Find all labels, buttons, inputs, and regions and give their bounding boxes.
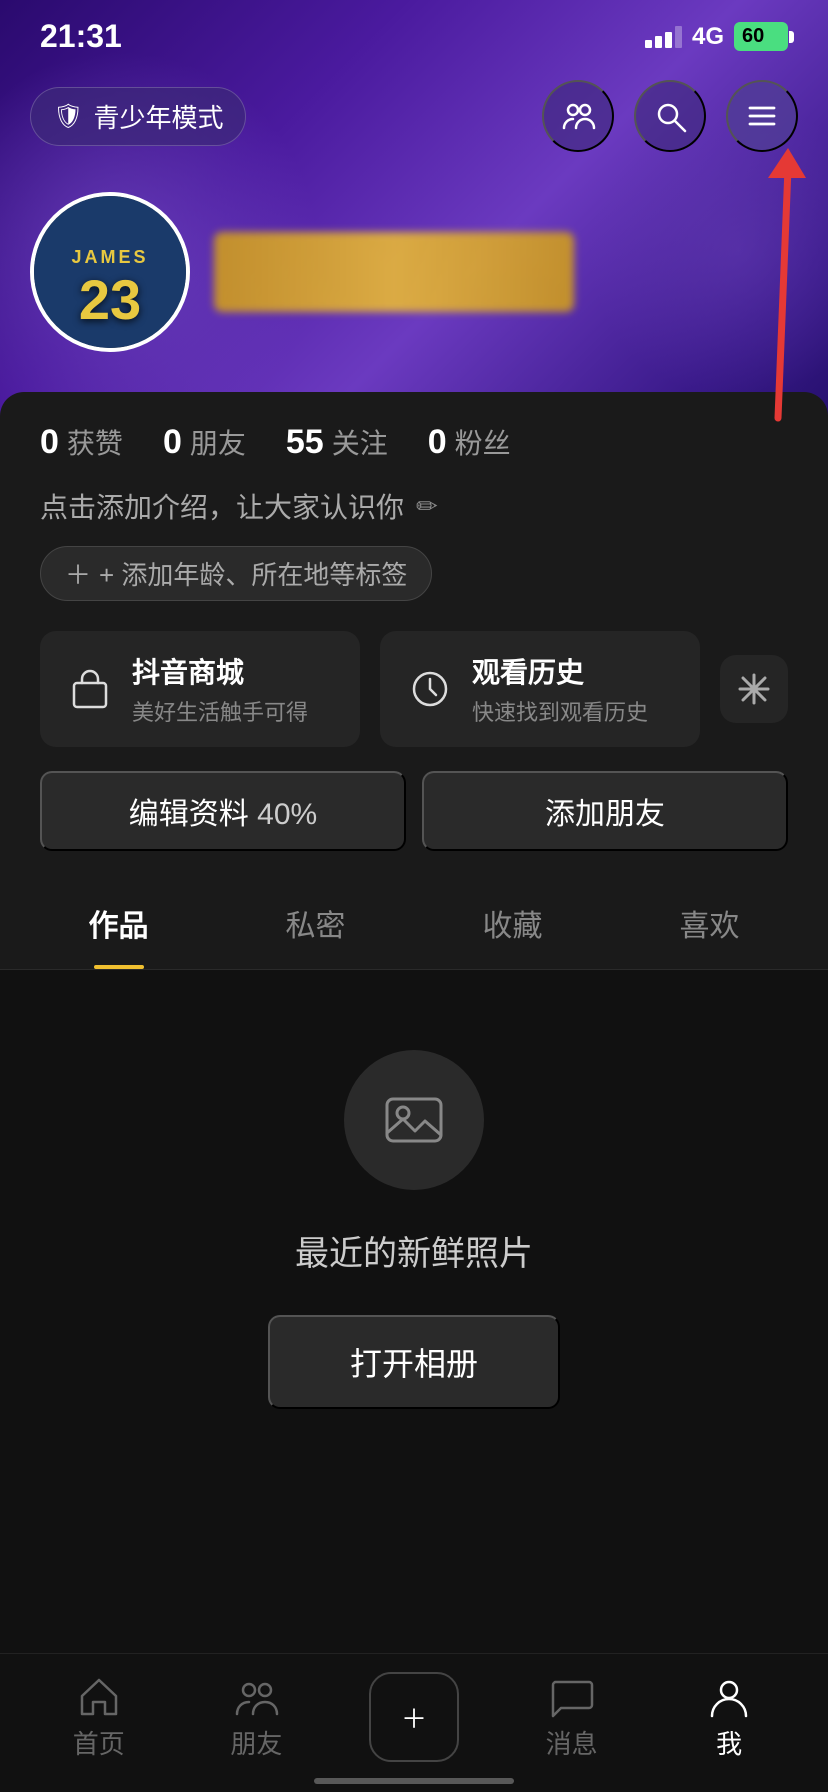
friends-count: 0 [163,423,182,462]
history-card[interactable]: 观看历史 快速找到观看历史 [380,631,700,747]
avatar-image: JAMES 23 [34,196,186,348]
likes-label: 获赞 [67,422,123,462]
status-time: 21:31 [40,18,122,55]
nav-post[interactable]: ＋ [364,1672,464,1762]
friends-nav-icon [233,1674,279,1720]
bio-section[interactable]: 点击添加介绍，让大家认识你 ✏ [40,486,788,526]
people-icon [560,98,596,134]
shop-card[interactable]: 抖音商城 美好生活触手可得 [40,631,360,747]
empty-state-title: 最近的新鲜照片 [295,1226,533,1275]
tab-private[interactable]: 私密 [217,871,414,969]
home-icon [76,1674,122,1720]
empty-state-icon [344,1050,484,1190]
tab-favorites[interactable]: 收藏 [414,871,611,969]
stat-likes: 0 获赞 [40,422,123,462]
nav-home-label: 首页 [73,1724,125,1761]
open-album-label: 打开相册 [350,1346,478,1382]
post-plus-button[interactable]: ＋ [369,1672,459,1762]
likes-count: 0 [40,423,59,462]
status-bar: 21:31 4G 60 [0,0,828,65]
tabs-section: 作品 私密 收藏 喜欢 [0,871,828,970]
youth-mode-icon: 🛡 [53,102,83,131]
asterisk-icon [736,671,772,707]
jersey-name-text: JAMES [71,247,148,268]
network-type: 4G [692,23,724,51]
nav-profile[interactable]: 我 [679,1674,779,1761]
hamburger-icon [744,98,780,134]
action-buttons-row: 编辑资料 40% 添加朋友 [40,771,788,871]
tab-likes[interactable]: 喜欢 [611,871,808,969]
youth-mode-button[interactable]: 🛡 青少年模式 [30,87,246,146]
bio-placeholder: 点击添加介绍，让大家认识你 [40,486,404,526]
tab-works-label: 作品 [89,910,149,943]
tab-private-label: 私密 [286,910,346,943]
friends-label: 朋友 [190,422,246,462]
followers-count: 0 [428,423,447,462]
bottom-navigation: 首页 朋友 ＋ 消息 我 [0,1653,828,1792]
search-icon-button[interactable] [634,80,706,152]
nav-friends[interactable]: 朋友 [206,1674,306,1761]
nav-friends-label: 朋友 [230,1724,282,1761]
edit-bio-icon: ✏ [416,491,438,522]
plus-icon: ＋ [401,1699,427,1736]
edit-profile-button[interactable]: 编辑资料 40% [40,771,406,851]
avatar[interactable]: JAMES 23 [30,192,190,352]
following-count: 55 [286,423,324,462]
tags-button[interactable]: ＋ + 添加年龄、所在地等标签 [40,546,432,601]
signal-icon [645,26,682,48]
profile-section: JAMES 23 [0,172,828,352]
empty-state: 最近的新鲜照片 打开相册 [0,970,828,1489]
tabs-bar: 作品 私密 收藏 喜欢 [0,871,828,970]
shop-subtitle: 美好生活触手可得 [132,695,308,727]
stat-followers: 0 粉丝 [428,422,511,462]
tab-favorites-label: 收藏 [483,910,543,943]
stats-section: 0 获赞 0 朋友 55 关注 0 粉丝 点击添加介绍，让大家认识你 ✏ ＋ +… [0,392,828,871]
profile-nav-icon [706,1674,752,1720]
nav-profile-label: 我 [716,1724,742,1761]
tab-likes-label: 喜欢 [680,910,740,943]
tags-plus-icon: ＋ [65,555,91,592]
nav-actions [542,80,798,152]
photo-icon [379,1085,449,1155]
stat-following: 55 关注 [286,422,388,462]
battery-icon: 60 [734,22,788,51]
edit-profile-percent: 40% [257,798,317,831]
nav-messages[interactable]: 消息 [522,1674,622,1761]
menu-icon-button[interactable] [726,80,798,152]
open-album-button[interactable]: 打开相册 [268,1315,560,1409]
shop-text: 抖音商城 美好生活触手可得 [132,651,308,727]
history-subtitle: 快速找到观看历史 [472,695,648,727]
friends-icon-button[interactable] [542,80,614,152]
youth-mode-label: 青少年模式 [93,98,223,135]
bottom-spacer [0,1489,828,1649]
tab-works[interactable]: 作品 [20,871,217,969]
nav-home[interactable]: 首页 [49,1674,149,1761]
username-blurred [214,232,574,312]
history-title: 观看历史 [472,651,648,691]
home-indicator [314,1778,514,1784]
status-icons: 4G 60 [645,22,788,51]
search-icon [652,98,688,134]
stat-friends: 0 朋友 [163,422,246,462]
followers-label: 粉丝 [455,422,511,462]
history-text: 观看历史 快速找到观看历史 [472,651,648,727]
nav-messages-label: 消息 [546,1724,598,1761]
quick-actions-row: 抖音商城 美好生活触手可得 观看历史 快速找到观看历史 [40,631,788,747]
shop-icon [64,663,116,715]
history-icon [404,663,456,715]
edit-profile-label: 编辑资料 40% [129,789,317,833]
add-friend-label: 添加朋友 [545,789,665,833]
stats-row: 0 获赞 0 朋友 55 关注 0 粉丝 [40,422,788,462]
shop-title: 抖音商城 [132,651,308,691]
jersey-number-text: 23 [79,272,141,328]
more-actions-button[interactable] [720,655,788,723]
add-friend-button[interactable]: 添加朋友 [422,771,788,851]
messages-icon [549,1674,595,1720]
tags-label: + 添加年龄、所在地等标签 [99,555,407,592]
following-label: 关注 [332,422,388,462]
